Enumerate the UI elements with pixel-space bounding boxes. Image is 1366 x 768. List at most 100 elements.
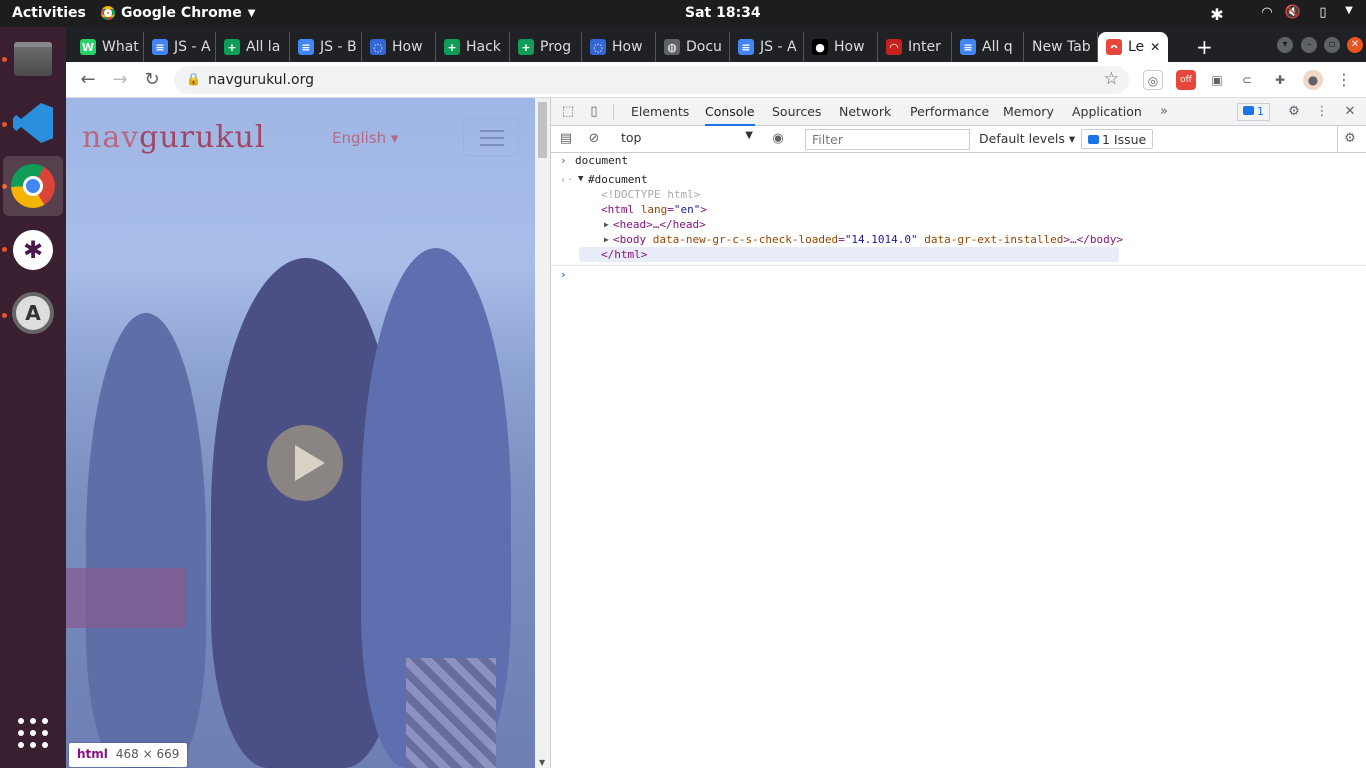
console-settings-gear-icon[interactable]: ⚙	[1341, 130, 1359, 148]
tab-11[interactable]: ◠ Inter	[878, 32, 952, 62]
devtools-tab-memory[interactable]: Memory	[1003, 98, 1054, 126]
console-input-text: document	[575, 154, 628, 167]
volume-muted-icon[interactable]: 🔇	[1284, 5, 1302, 21]
issues-counter[interactable]: 1	[1237, 103, 1270, 121]
chrome-app-icon[interactable]	[3, 156, 63, 216]
tab-favicon-icon: +	[224, 39, 240, 55]
tab-3[interactable]: ≡ JS - B	[290, 32, 362, 62]
log-levels-dropdown[interactable]: Default levels ▾	[979, 131, 1075, 146]
video-play-button[interactable]	[267, 425, 343, 501]
devtools-tab-console[interactable]: Console	[705, 98, 755, 126]
address-bar[interactable]: 🔒 navgurukul.org ☆	[174, 66, 1129, 94]
extension-icon[interactable]: ▣	[1207, 70, 1227, 90]
hamburger-menu-button[interactable]	[463, 118, 519, 156]
body-node[interactable]: ▶ <body data-new-gr-c-s-check-loaded="14…	[551, 232, 1366, 247]
html-node[interactable]: <html lang="en">	[551, 202, 1366, 217]
doctype-text: <!DOCTYPE html>	[601, 188, 701, 201]
live-expression-eye-icon[interactable]: ◉	[769, 130, 787, 148]
tab-4[interactable]: ◌ How	[362, 32, 436, 62]
activities-button[interactable]: Activities	[12, 5, 86, 21]
scrollbar-thumb[interactable]	[538, 102, 547, 158]
tab-1[interactable]: ≡ JS - A	[144, 32, 216, 62]
console-prompt-row[interactable]: ›	[551, 267, 1366, 282]
tab-10[interactable]: ● How	[804, 32, 878, 62]
vscode-app-icon[interactable]	[3, 93, 63, 153]
sidebar-toggle-icon[interactable]: ▤	[557, 130, 575, 148]
expand-triangle-icon[interactable]: ▶	[604, 232, 609, 247]
tab-0[interactable]: W What	[72, 32, 144, 62]
profile-avatar[interactable]: ●	[1303, 70, 1323, 90]
devtools-menu-icon[interactable]: ⋮	[1313, 103, 1331, 121]
bookmark-star-icon[interactable]: ☆	[1104, 69, 1119, 89]
wifi-icon[interactable]: ◠	[1258, 5, 1276, 21]
files-app-icon[interactable]	[3, 29, 63, 89]
devtools-tab-sources[interactable]: Sources	[772, 98, 821, 126]
clock[interactable]: Sat 18:34	[685, 5, 761, 21]
clear-console-icon[interactable]: ⊘	[585, 130, 603, 148]
new-tab-button[interactable]: +	[1196, 35, 1213, 59]
app-menu[interactable]: Google Chrome ▼	[101, 5, 255, 21]
devtools-tab-elements[interactable]: Elements	[631, 98, 689, 126]
doctype-node[interactable]: <!DOCTYPE html>	[551, 187, 1366, 202]
page-scrollbar[interactable]: ▼	[535, 98, 550, 768]
scroll-down-arrow-icon[interactable]: ▼	[539, 758, 545, 767]
tab-14[interactable]: ᴖ Le ✕	[1098, 32, 1168, 62]
console-result-row[interactable]: ‹· ▼ #document	[551, 172, 1366, 187]
close-tab-icon[interactable]: ✕	[1150, 40, 1160, 54]
console-filter-input[interactable]: Filter	[805, 129, 970, 150]
settings-gear-icon[interactable]: ⚙	[1285, 103, 1303, 121]
html-close-node[interactable]: </html>	[579, 247, 1119, 262]
console-input-row[interactable]: › document	[551, 153, 1366, 168]
devtools-tab-network[interactable]: Network	[839, 98, 891, 126]
expand-triangle-icon[interactable]: ▶	[604, 217, 609, 232]
slack-app-icon[interactable]: ✱	[3, 220, 63, 280]
extensions-puzzle-icon[interactable]: ✚	[1270, 70, 1290, 90]
chevron-down-icon: ▼	[745, 130, 753, 141]
minimize-icon[interactable]: –	[1301, 37, 1317, 53]
more-tabs-icon[interactable]: »	[1155, 103, 1173, 121]
extension-icon[interactable]: ◎	[1143, 70, 1163, 90]
tab-favicon-icon: ᴖ	[1106, 39, 1122, 55]
reload-icon[interactable]: ↻	[140, 68, 164, 92]
url-text[interactable]: navgurukul.org	[208, 72, 314, 88]
console-toolbar: ▤ ⊘ top ▼ ◉ Filter Default levels ▾ 1 Is…	[551, 126, 1366, 153]
navgurukul-logo[interactable]: navgurukul	[82, 120, 265, 155]
tab-search-icon[interactable]: ▾	[1277, 37, 1293, 53]
system-menu-chevron-icon[interactable]: ▼	[1340, 5, 1358, 21]
input-chevron-icon: ›	[560, 154, 567, 167]
tab-5[interactable]: + Hack	[436, 32, 510, 62]
maximize-icon[interactable]: ▫	[1324, 37, 1340, 53]
extension-icon[interactable]: ⊂	[1237, 70, 1257, 90]
tab-2[interactable]: + All la	[216, 32, 290, 62]
context-selector[interactable]: top ▼	[621, 130, 753, 148]
forward-icon[interactable]: →	[108, 68, 132, 92]
issues-button[interactable]: 1 Issue	[1081, 129, 1154, 149]
close-window-icon[interactable]: ✕	[1347, 37, 1363, 53]
show-applications-icon[interactable]	[3, 703, 63, 763]
tab-9[interactable]: ≡ JS - A	[730, 32, 804, 62]
tab-12[interactable]: ≡ All q	[952, 32, 1024, 62]
devtools-tab-application[interactable]: Application	[1072, 98, 1142, 126]
console-output[interactable]: › document ‹· ▼ #document <!DOCTYPE html…	[551, 153, 1366, 768]
menu-line	[480, 137, 504, 139]
tab-6[interactable]: + Prog	[510, 32, 582, 62]
slack-tray-icon[interactable]: ✱	[1208, 5, 1226, 24]
html-tag-name: html	[607, 203, 635, 216]
more-menu-icon[interactable]: ⋮	[1334, 70, 1354, 90]
expand-triangle-icon[interactable]: ▼	[578, 172, 583, 187]
battery-icon[interactable]: ▯	[1314, 5, 1332, 21]
inspect-element-icon[interactable]: ⬚	[559, 103, 577, 121]
close-devtools-icon[interactable]: ✕	[1341, 103, 1359, 121]
tab-8[interactable]: ◍ Docu	[656, 32, 730, 62]
software-updater-icon[interactable]: A	[3, 283, 63, 343]
device-toolbar-icon[interactable]: ▯	[585, 103, 603, 121]
lock-icon[interactable]: 🔒	[186, 72, 201, 86]
devtools-tab-performance[interactable]: Performance	[910, 98, 989, 126]
language-dropdown[interactable]: English ▾	[332, 129, 398, 147]
head-node[interactable]: ▶ <head>…</head>	[551, 217, 1366, 232]
tab-13[interactable]: New Tab	[1024, 32, 1098, 62]
tab-7[interactable]: ◌ How	[582, 32, 656, 62]
back-icon[interactable]: ←	[76, 68, 100, 92]
tab-favicon-icon: +	[518, 39, 534, 55]
extension-off-icon[interactable]: off	[1176, 70, 1196, 90]
